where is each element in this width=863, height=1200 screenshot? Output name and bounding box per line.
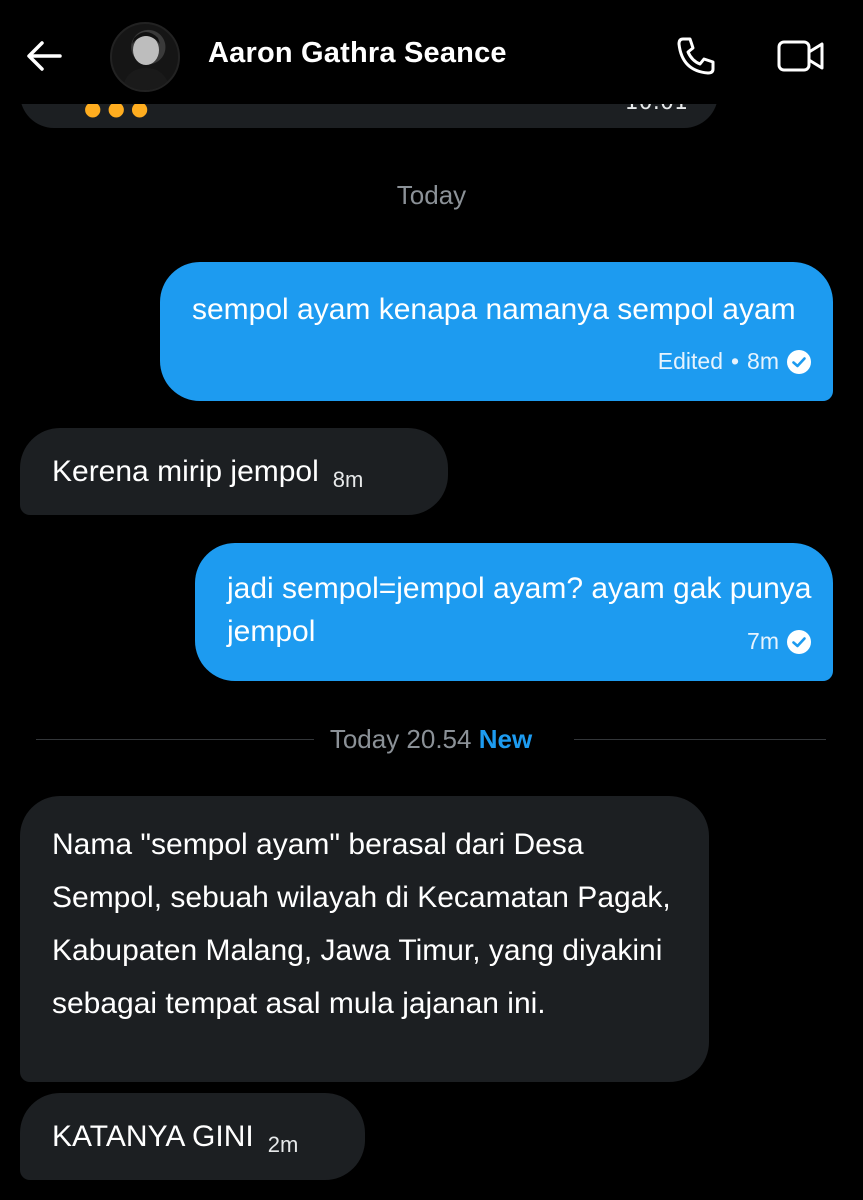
message-bubble-incoming[interactable]: Kerena mirip jempol 8m [20,428,448,515]
message-text: sempol ayam kenapa namanya sempol ayam [192,293,796,326]
day-separator: Today [396,180,467,210]
message-meta: Edited • 8m [658,340,811,383]
back-arrow-icon[interactable] [24,36,64,76]
edited-label: Edited [657,348,723,374]
new-divider-time: Today 20.54 [329,724,472,754]
read-check-icon [787,349,811,374]
message-time: 2m [267,1132,299,1157]
conversation-title[interactable]: Aaron Gathra Seance [208,37,507,70]
message-time: 8m [747,348,779,374]
conversation-header: Aaron Gathra Seance [0,0,863,104]
phone-icon[interactable] [674,34,718,78]
message-time: 8m [332,467,364,492]
message-meta: 7m [747,620,811,663]
message-text: jadi sempol=jempol ayam? ayam gak punya … [227,572,812,648]
new-divider-label: Today 20.54 New [36,724,826,755]
message-text: KATANYA GINI [52,1120,254,1153]
read-check-icon [787,629,811,654]
meta-dot: • [730,348,740,374]
message-time: 7m [747,628,779,654]
message-bubble-outgoing[interactable]: jadi sempol=jempol ayam? ayam gak punya … [195,543,833,681]
new-messages-divider: Today 20.54 New [36,720,826,760]
avatar[interactable] [110,22,180,92]
new-badge: New [478,724,533,754]
message-text: Kerena mirip jempol [52,455,319,488]
video-call-icon[interactable] [776,36,826,76]
message-text: Nama "sempol ayam" berasal dari Desa Sem… [52,828,671,1020]
message-bubble-incoming[interactable]: Nama "sempol ayam" berasal dari Desa Sem… [20,796,709,1082]
message-bubble-outgoing[interactable]: sempol ayam kenapa namanya sempol ayam E… [160,262,833,401]
message-bubble-incoming[interactable]: KATANYA GINI 2m [20,1093,365,1180]
